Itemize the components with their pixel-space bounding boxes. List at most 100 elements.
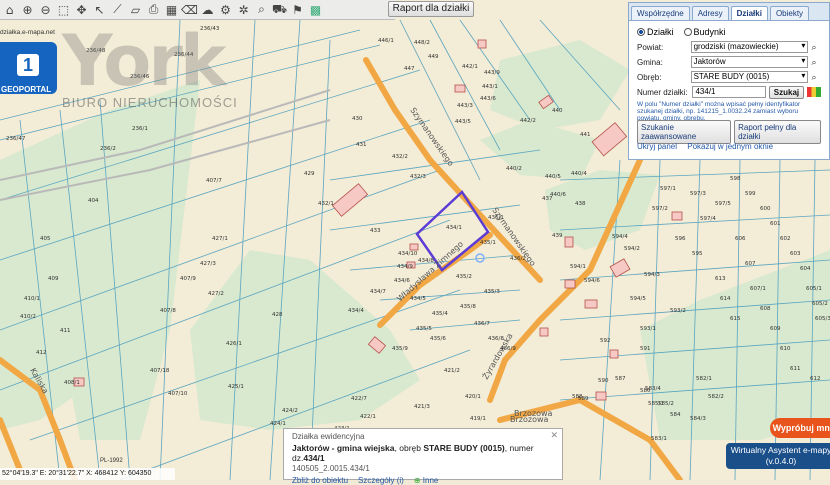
tab-obiekty[interactable]: Obiekty: [769, 6, 810, 20]
more-link[interactable]: ⊕ Inne: [414, 476, 439, 485]
print-icon[interactable]: ⎙: [146, 2, 161, 17]
search-button[interactable]: Szukaj: [768, 85, 805, 99]
parcel-label: 404: [88, 198, 99, 204]
parcel-label: 595: [692, 251, 703, 257]
parcel-label: 412: [36, 350, 47, 356]
parcel-label: 593/1: [640, 326, 656, 332]
select-icon[interactable]: ↖: [92, 2, 107, 17]
shopping-cart-icon[interactable]: ⛟: [272, 2, 287, 17]
powiat-select[interactable]: grodziski (mazowieckie): [690, 41, 809, 53]
parcel-label: 602: [780, 236, 791, 242]
parcel-label: 431: [356, 142, 367, 148]
map-toolbar: ⌂ ⊕ ⊖ ⬚ ✥ ↖ ⟋ ▱ ⎙ ▦ ⌫ ☁ ⚙ ✲ ⌕ ⛟ ⚑ ▩: [0, 0, 395, 20]
share-icon[interactable]: ⚙: [218, 2, 233, 17]
parcel-label: 236/1: [132, 126, 148, 132]
parcel-label: 597/3: [690, 191, 706, 197]
parcel-label: 594/5: [630, 296, 646, 302]
zoom-out-icon[interactable]: ⊖: [38, 2, 53, 17]
gmina-label: Gmina:: [637, 57, 663, 67]
parcel-label: 594/4: [612, 234, 628, 240]
parcel-label: 598: [730, 176, 741, 182]
parcel-label: 443/9: [484, 70, 500, 76]
parcel-label: 608: [760, 306, 771, 312]
virtual-assistant-button[interactable]: Wirtualny Asystent e-mapy (v.0.4.0): [726, 443, 830, 469]
parcel-label: 407/7: [206, 178, 222, 184]
zoom-to-object-link[interactable]: Zbliż do obiektu: [292, 476, 348, 485]
parcel-label: 419/1: [470, 416, 486, 422]
scale-label: PL-1992: [100, 458, 123, 464]
parcel-label: 605/3: [815, 316, 830, 322]
details-link[interactable]: Szczegóły (i): [358, 476, 404, 485]
radio-dot: [637, 28, 645, 36]
search-icon[interactable]: ⌕: [811, 42, 821, 53]
geoportal-logo[interactable]: 1 GEOPORTAL: [0, 42, 57, 94]
ruler-icon[interactable]: ▱: [128, 2, 143, 17]
assistant-title: Wirtualny Asystent e-mapy: [730, 445, 830, 455]
tab-adresy[interactable]: Adresy: [691, 6, 729, 20]
numer-input[interactable]: 434/1: [692, 86, 766, 98]
radio-dzialki[interactable]: Działki: [637, 27, 674, 37]
parcel-label: 432/1: [318, 201, 334, 207]
parcel-label: 421/2: [444, 368, 460, 374]
info-nr: 434/1: [303, 453, 325, 463]
parcel-label: 435/9: [392, 346, 408, 352]
close-icon[interactable]: ✕: [550, 430, 558, 441]
parcel-label: 435/6: [430, 336, 446, 342]
tab-dzialki[interactable]: Działki: [730, 6, 768, 20]
parcel-label: 599: [745, 191, 756, 197]
powiat-label: Powiat:: [637, 42, 664, 52]
parcel-label: 436/9: [500, 346, 516, 352]
parcel-label: 449: [428, 54, 439, 60]
layers-icon[interactable]: ▩: [308, 2, 323, 17]
search-icon[interactable]: ⌕: [811, 57, 821, 68]
settings-icon[interactable]: ✲: [236, 2, 251, 17]
hint-text: W polu "Numer działki" można wpisać pełn…: [637, 101, 801, 122]
single-window-link[interactable]: Pokazuj w jednym oknie: [687, 142, 773, 151]
parcel-label: 427/1: [212, 236, 228, 242]
geoportal-label: GEOPORTAL: [1, 85, 52, 94]
pan-icon[interactable]: ✥: [74, 2, 89, 17]
obreb-label: Obręb:: [637, 72, 662, 82]
parcel-label: 434/7: [370, 289, 386, 295]
parcel-label: 434/8: [418, 258, 434, 264]
hide-panel-link[interactable]: Ukryj panel: [637, 142, 677, 151]
radio-budynki[interactable]: Budynki: [683, 27, 726, 37]
parcel-label: 440: [552, 108, 563, 114]
panel-tabs: Współrzędne Adresy Działki Obiekty: [629, 3, 829, 21]
gmina-select[interactable]: Jaktorów: [690, 56, 809, 68]
parcel-label: 582/1: [696, 376, 712, 382]
parcel-label: 446/1: [378, 38, 394, 44]
home-icon[interactable]: ⌂: [2, 2, 17, 17]
tab-wspolrzedne[interactable]: Współrzędne: [631, 6, 690, 20]
parcel-label: 605/2: [812, 301, 828, 307]
parcel-label: 594/3: [644, 272, 660, 278]
parcel-label: 607/1: [750, 286, 766, 292]
search-icon[interactable]: ⌕: [811, 72, 821, 83]
search-icon[interactable]: ⌕: [254, 2, 269, 17]
parcel-label: 443/5: [455, 119, 471, 125]
zoom-in-icon[interactable]: ⊕: [20, 2, 35, 17]
full-report-button[interactable]: Raport pełny dla działki: [734, 120, 821, 144]
parcel-label: 435/1: [480, 240, 496, 246]
parcel-label: 433: [370, 228, 381, 234]
report-button[interactable]: Raport dla działki: [388, 1, 474, 17]
zoom-extent-icon[interactable]: ⬚: [56, 2, 71, 17]
try-assistant-button[interactable]: Wypróbuj mnie: [770, 418, 830, 438]
info-id: 140505_2.0015.434/1: [292, 464, 370, 473]
numer-label: Numer działki:: [637, 87, 688, 97]
flag-icon[interactable]: ⚑: [290, 2, 305, 17]
parcel-label: 607: [745, 261, 756, 267]
obreb-select[interactable]: STARE BUDY (0015): [690, 71, 809, 83]
parcel-label: 435/3: [484, 289, 500, 295]
parcel-label: 582/2: [708, 394, 724, 400]
erase-icon[interactable]: ⌫: [181, 2, 198, 17]
cloud-icon[interactable]: ☁: [200, 2, 215, 17]
table-icon[interactable]: ▦: [164, 2, 179, 17]
parcel-label: 440/2: [506, 166, 522, 172]
advanced-search-button[interactable]: Szukanie zaawansowane: [637, 120, 732, 144]
parcel-label: 436/1: [488, 215, 504, 221]
parcel-label: 597/5: [715, 201, 731, 207]
measure-icon[interactable]: ⟋: [110, 2, 125, 17]
plus-icon: ⊕: [413, 476, 421, 485]
parcel-info-popup: ✕ Działka ewidencyjna Jaktorów - gmina w…: [283, 428, 563, 485]
